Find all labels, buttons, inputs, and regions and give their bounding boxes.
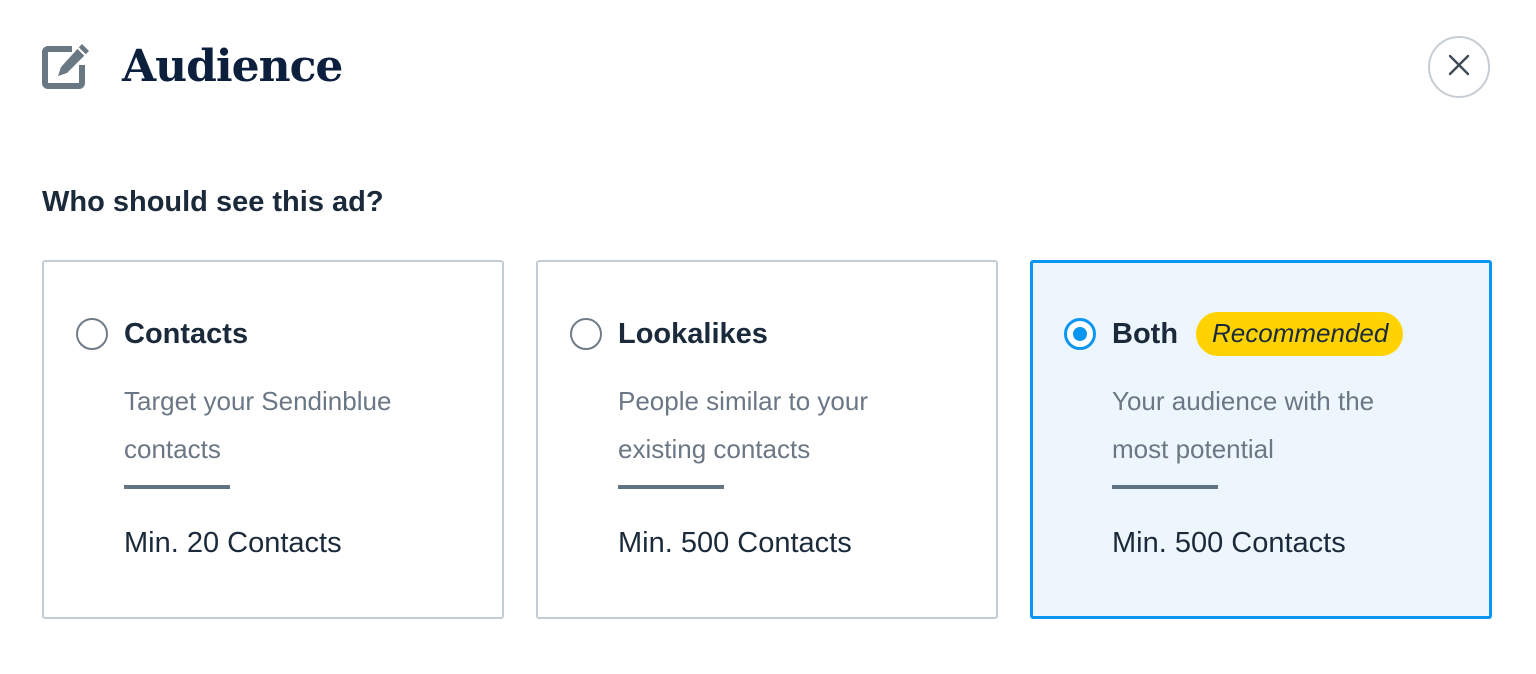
radio-contacts[interactable] — [76, 318, 108, 350]
audience-question: Who should see this ad? — [42, 186, 384, 218]
option-divider — [618, 485, 724, 489]
radio-lookalikes[interactable] — [570, 318, 602, 350]
close-button[interactable] — [1428, 36, 1490, 98]
edit-icon — [42, 41, 92, 91]
option-card-contacts[interactable]: Contacts Target your Sendinblue contacts… — [42, 260, 504, 619]
radio-both[interactable] — [1064, 318, 1096, 350]
option-header: Both Recommended — [1064, 312, 1404, 356]
option-header: Lookalikes — [570, 314, 768, 354]
option-header: Contacts — [76, 314, 248, 354]
option-description: People similar to your existing contacts — [618, 386, 868, 464]
recommended-badge: Recommended — [1196, 312, 1404, 356]
page-title: Audience — [122, 40, 343, 92]
close-icon — [1447, 53, 1471, 82]
option-card-lookalikes[interactable]: Lookalikes People similar to your existi… — [536, 260, 998, 619]
option-description: Target your Sendinblue contacts — [124, 386, 392, 464]
option-card-both[interactable]: Both Recommended Your audience with the … — [1030, 260, 1492, 619]
option-minimum: Min. 500 Contacts — [1112, 527, 1346, 559]
option-divider — [1112, 485, 1218, 489]
option-divider — [124, 485, 230, 489]
option-title: Lookalikes — [618, 317, 768, 350]
option-description: Your audience with the most potential — [1112, 386, 1375, 464]
option-title: Both — [1112, 317, 1179, 350]
option-minimum: Min. 20 Contacts — [124, 527, 342, 559]
modal-header: Audience — [42, 36, 343, 96]
option-minimum: Min. 500 Contacts — [618, 527, 852, 559]
option-title: Contacts — [124, 317, 249, 350]
